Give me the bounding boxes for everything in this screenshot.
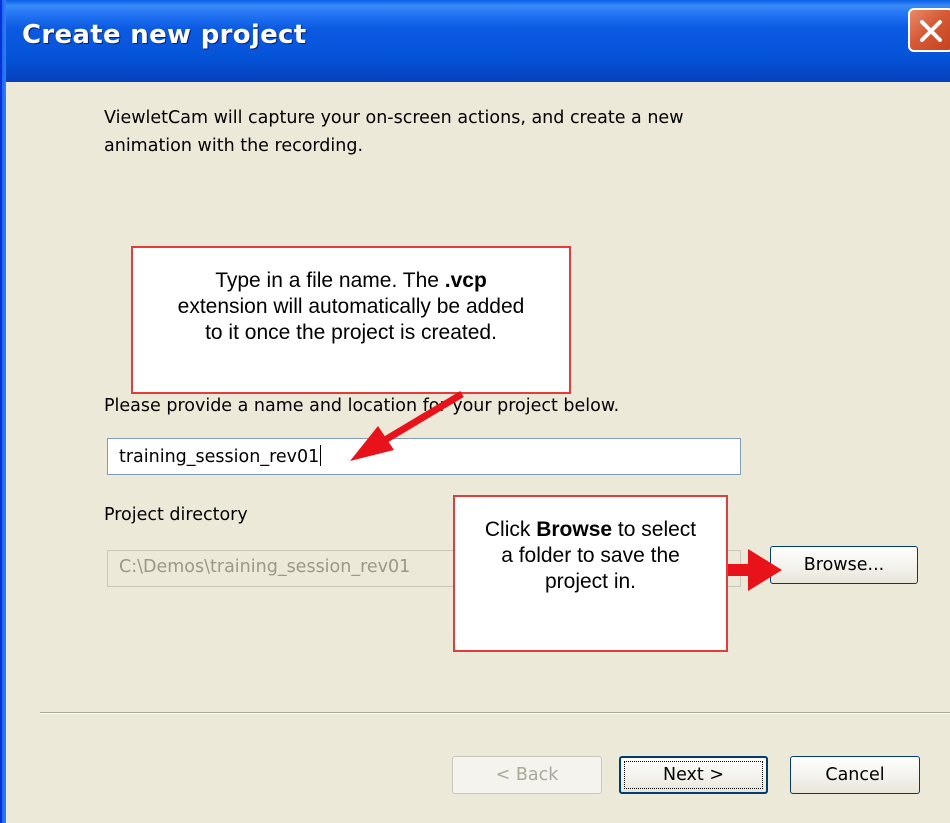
name-location-label: Please provide a name and location for y… [104, 396, 620, 416]
cancel-button[interactable]: Cancel [790, 756, 920, 794]
intro-line-1: ViewletCam will capture your on-screen a… [104, 108, 684, 128]
title-bar[interactable]: Create new project [0, 0, 950, 82]
callout-browse-line-1: Click Browse to select [455, 517, 726, 543]
window-frame-left [0, 0, 6, 823]
project-name-input[interactable]: training_session_rev01 [107, 438, 741, 475]
back-button[interactable]: < Back [452, 756, 602, 794]
callout-file-name-line-1: Type in a file name. The .vcp [133, 268, 569, 294]
callout-file-name-extension: .vcp [444, 269, 487, 292]
callout-browse-post: to select [612, 518, 697, 541]
close-button[interactable] [908, 8, 950, 52]
callout-file-name-text: Type in a file name. The [215, 269, 445, 292]
close-icon [920, 20, 942, 42]
callout-browse-pre: Click [484, 518, 537, 541]
separator-line [40, 712, 950, 714]
callout-file-name: Type in a file name. The .vcp extension … [131, 246, 571, 394]
intro-line-2: animation with the recording. [104, 136, 364, 156]
callout-browse-bold: Browse [536, 518, 613, 541]
intro-text: ViewletCam will capture your on-screen a… [104, 104, 804, 160]
callout-file-name-line-2: extension will automatically be added [177, 295, 525, 318]
browse-button[interactable]: Browse... [770, 546, 918, 584]
project-name-value: training_session_rev01 [119, 447, 320, 467]
callout-browse-line-2: a folder to save the [501, 544, 680, 567]
callout-browse: Click Browse to select a folder to save … [453, 495, 728, 652]
callout-browse-line-3: project in. [544, 570, 637, 593]
project-directory-label: Project directory [104, 505, 248, 525]
text-caret [320, 445, 322, 466]
window-title: Create new project [22, 20, 307, 50]
create-project-dialog: Create new project ViewletCam will captu… [0, 0, 950, 823]
project-directory-value: C:\Demos\training_session_rev01 [119, 557, 411, 577]
callout-file-name-line-3: to it once the project is created. [205, 321, 497, 344]
next-button[interactable]: Next > [619, 756, 768, 794]
